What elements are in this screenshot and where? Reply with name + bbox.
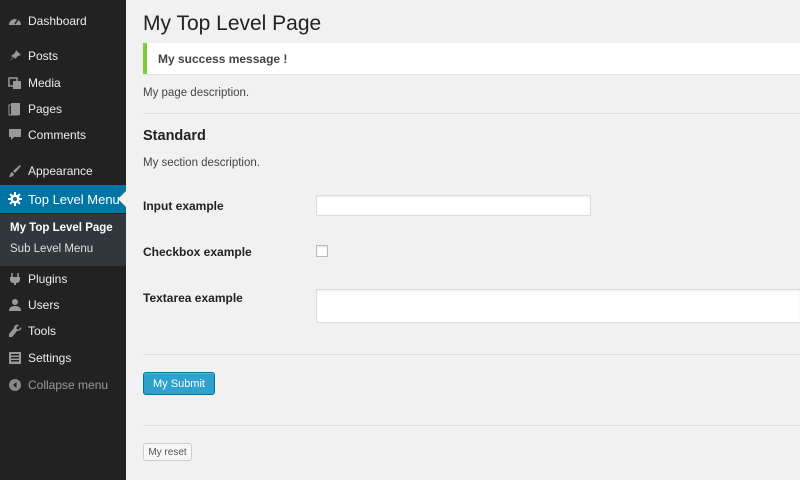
page-title: My Top Level Page xyxy=(143,12,322,35)
sidebar-item-label: Comments xyxy=(28,128,87,142)
collapse-icon xyxy=(9,379,21,391)
notice-message: My success message ! xyxy=(158,52,288,66)
sidebar-item-label: Media xyxy=(28,76,61,90)
plugin-icon xyxy=(10,273,20,285)
pushpin-icon xyxy=(9,50,21,62)
divider xyxy=(143,425,800,426)
user-icon xyxy=(9,299,21,311)
sidebar-item-label: Users xyxy=(28,298,60,312)
reset-button[interactable]: My reset xyxy=(143,443,192,461)
textarea-example-label: Textarea example xyxy=(143,291,243,305)
sidebar-item-top-level-menu[interactable]: Top Level Menu xyxy=(0,185,126,213)
paintbrush-icon xyxy=(9,165,21,177)
section-description: My section description. xyxy=(143,157,260,169)
gear-icon xyxy=(8,192,22,206)
submenu-item-my-top-level-page[interactable]: My Top Level Page xyxy=(10,222,113,234)
current-menu-pointer xyxy=(118,191,126,207)
input-example-label: Input example xyxy=(143,199,224,213)
sidebar-item-tools[interactable]: Tools xyxy=(0,318,126,344)
dashboard-icon xyxy=(9,18,21,25)
pages-icon xyxy=(8,103,20,116)
sidebar-item-comments[interactable]: Comments xyxy=(0,122,126,148)
sidebar-item-label: Appearance xyxy=(28,164,93,178)
sidebar-item-dashboard[interactable]: Dashboard xyxy=(0,8,126,34)
comment-icon xyxy=(9,129,21,140)
sidebar-item-plugins[interactable]: Plugins xyxy=(0,266,126,292)
submenu: My Top Level Page Sub Level Menu xyxy=(0,214,126,266)
sidebar-item-media[interactable]: Media xyxy=(0,70,126,96)
collapse-menu-button[interactable]: Collapse menu xyxy=(0,372,126,398)
sidebar-item-label: Plugins xyxy=(28,272,68,286)
input-example-field[interactable] xyxy=(316,195,591,216)
settings-icon xyxy=(9,352,21,364)
success-notice: My success message ! xyxy=(143,43,800,74)
submenu-item-sub-level-menu[interactable]: Sub Level Menu xyxy=(10,243,93,255)
sidebar-item-pages[interactable]: Pages xyxy=(0,96,126,122)
sidebar-item-label: Settings xyxy=(28,351,72,365)
admin-sidebar: Dashboard Posts Media Pages Comments App… xyxy=(0,0,126,480)
sidebar-item-users[interactable]: Users xyxy=(0,292,126,318)
section-title: Standard xyxy=(143,128,206,144)
textarea-example-field[interactable] xyxy=(316,289,800,323)
divider xyxy=(143,354,800,355)
wrench-icon xyxy=(9,324,22,337)
sidebar-item-label: Dashboard xyxy=(28,14,87,28)
sidebar-item-label: Top Level Menu xyxy=(28,191,120,207)
sidebar-item-label: Tools xyxy=(28,324,57,338)
sidebar-item-label: Pages xyxy=(28,102,63,116)
main-content: My Top Level Page My success message ! M… xyxy=(126,0,800,480)
page-description: My page description. xyxy=(143,87,250,99)
checkbox-example[interactable] xyxy=(316,245,328,257)
sidebar-item-posts[interactable]: Posts xyxy=(0,43,126,69)
sidebar-item-settings[interactable]: Settings xyxy=(0,345,126,371)
sidebar-item-appearance[interactable]: Appearance xyxy=(0,158,126,184)
media-icon xyxy=(8,77,21,89)
submit-button[interactable]: My Submit xyxy=(143,372,215,395)
divider xyxy=(143,113,800,114)
checkbox-example-label: Checkbox example xyxy=(143,245,252,259)
sidebar-item-label: Collapse menu xyxy=(28,378,109,392)
sidebar-item-label: Posts xyxy=(28,49,59,63)
